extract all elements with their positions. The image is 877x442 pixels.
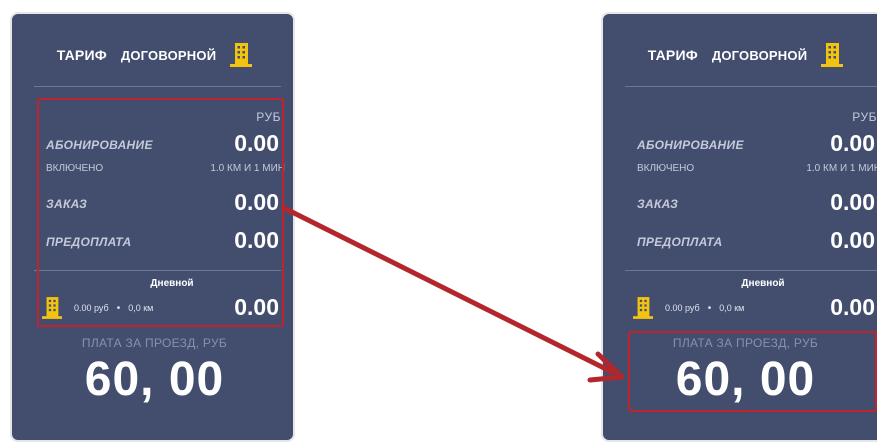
arrow-icon [281, 205, 625, 383]
